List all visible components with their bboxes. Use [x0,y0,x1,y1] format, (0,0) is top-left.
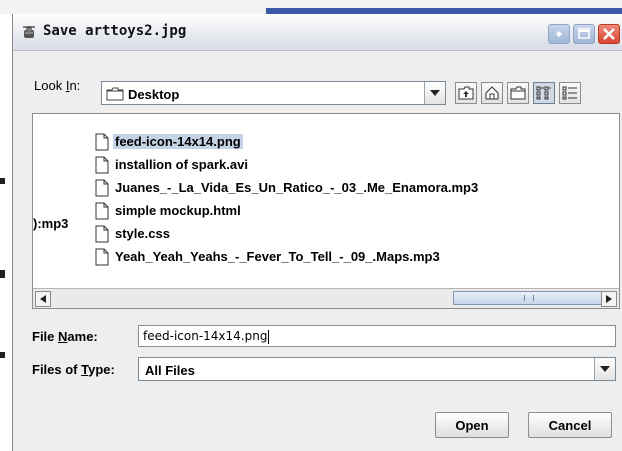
title-bar[interactable]: Save arttoys2.jpg [13,14,622,51]
chevron-down-icon [600,366,610,372]
restore-button[interactable] [548,24,570,44]
horizontal-scrollbar[interactable] [33,288,619,308]
restore-icon [556,31,562,37]
details-view-icon [562,86,577,100]
file-item[interactable]: style.css [95,223,595,245]
cancel-button[interactable]: Cancel [528,412,612,438]
scroll-right-button[interactable] [601,291,617,307]
background-edge-mark [0,178,5,184]
file-name: Juanes_-_La_Vida_Es_Un_Ratico_-_03_.Me_E… [115,180,479,195]
file-type-dropdown-button[interactable] [594,358,615,380]
home-button[interactable] [481,82,503,104]
arrow-right-icon [606,295,612,303]
arrow-left-icon [40,295,46,303]
text-caret [268,329,270,344]
file-type-label: Files of Type: [32,362,115,377]
background-window-strip [0,0,622,14]
file-name: style.css [115,226,170,241]
details-view-button[interactable] [559,82,581,104]
background-edge-mark [0,270,5,278]
scrollbar-thumb[interactable] [453,291,603,305]
file-icon [95,179,109,197]
close-button[interactable] [598,24,620,44]
list-view-button[interactable] [533,82,555,104]
file-name-label: File Name: [32,329,98,344]
look-in-combobox[interactable]: Desktop [101,81,446,105]
file-type-value: All Files [145,363,195,378]
truncated-file-column[interactable]: ):mp3 [33,216,68,231]
app-icon [23,26,35,38]
look-in-dropdown-button[interactable] [424,82,445,104]
open-button[interactable]: Open [435,412,509,438]
maximize-button[interactable] [573,24,595,44]
background-edge-mark [0,352,5,358]
grip-icon [524,295,534,301]
maximize-icon [578,28,590,39]
home-icon [485,86,499,100]
file-name: simple mockup.html [115,203,241,218]
file-name-input[interactable]: feed-icon-14x14.png [138,325,616,347]
file-item[interactable]: feed-icon-14x14.png [95,131,595,153]
close-icon [603,28,615,40]
file-icon [95,225,109,243]
chevron-down-icon [430,90,440,96]
file-item[interactable]: simple mockup.html [95,200,595,222]
window-title: Save arttoys2.jpg [43,23,187,39]
up-one-level-button[interactable] [455,82,477,104]
save-dialog: Save arttoys2.jpg Look In: Desktop):mp3… [12,14,622,451]
file-list[interactable]: ):mp3 feed-icon-14x14.png installion of … [32,113,620,309]
look-in-value: Desktop [128,87,180,102]
file-name-value: feed-icon-14x14.png [143,329,268,343]
file-name: feed-icon-14x14.png [113,134,243,149]
folder-icon [106,87,124,101]
new-folder-icon [510,86,526,100]
up-one-level-icon [458,86,474,100]
file-item[interactable]: Juanes_-_La_Vida_Es_Un_Ratico_-_03_.Me_E… [95,177,615,199]
file-icon [95,202,109,220]
list-view-icon [536,86,551,100]
file-name: Yeah_Yeah_Yeahs_-_Fever_To_Tell_-_09_.Ma… [115,249,440,264]
file-icon [95,156,109,174]
scroll-left-button[interactable] [35,291,51,307]
look-in-label: Look In: [34,78,81,93]
file-item[interactable]: installion of spark.avi [95,154,595,176]
file-icon [95,133,109,151]
file-type-combobox[interactable]: All Files [138,357,616,381]
file-name: installion of spark.avi [115,157,248,172]
new-folder-button[interactable] [507,82,529,104]
file-icon [95,248,109,266]
file-item[interactable]: Yeah_Yeah_Yeahs_-_Fever_To_Tell_-_09_.Ma… [95,246,615,268]
